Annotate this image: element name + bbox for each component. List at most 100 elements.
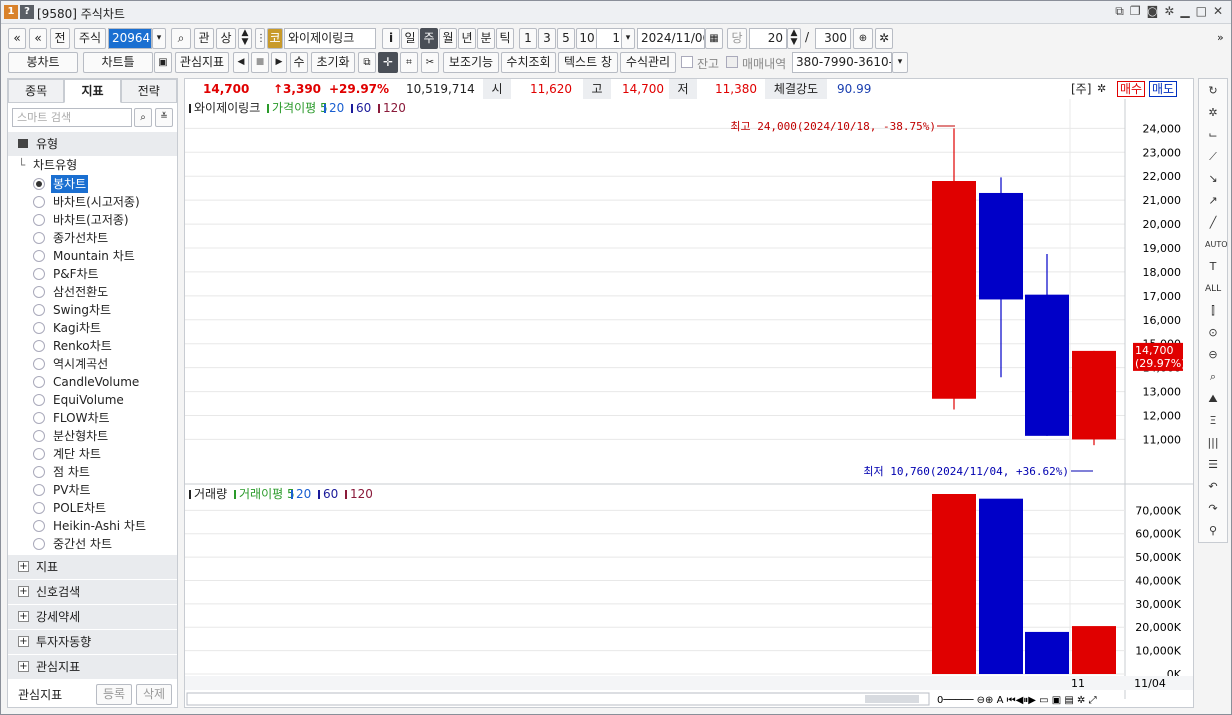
unit-1-button[interactable]: 1	[519, 28, 537, 49]
expand-icon[interactable]: +	[18, 636, 29, 647]
balance-checkbox[interactable]	[681, 56, 693, 68]
market-select[interactable]: 주식	[74, 28, 106, 49]
radio-icon[interactable]	[33, 304, 45, 316]
text-tool-icon[interactable]: T	[1205, 259, 1221, 275]
buy-button[interactable]: 매수	[1117, 81, 1146, 97]
camera-icon[interactable]: ◙	[1147, 4, 1159, 19]
radio-icon[interactable]	[33, 448, 45, 460]
chart-type-item[interactable]: 계단 차트	[8, 445, 177, 463]
stop-icon[interactable]: ■	[251, 52, 269, 73]
chart-icon[interactable]: ⌙	[1205, 127, 1221, 143]
section-item[interactable]: + 지표	[8, 555, 177, 579]
redo-icon[interactable]: ↷	[1205, 501, 1221, 517]
tab-indicator[interactable]: 지표	[64, 79, 121, 103]
chart-template-select[interactable]: 차트틀	[83, 52, 153, 73]
radio-icon[interactable]	[33, 340, 45, 352]
unit-dropdown-icon[interactable]: ▾	[621, 28, 635, 49]
value-query-button[interactable]: 수치조회	[501, 52, 556, 73]
section-item[interactable]: + 신호검색	[8, 580, 177, 604]
chart-type-item[interactable]: 중간선 차트	[8, 535, 177, 553]
expand-icon[interactable]: +	[18, 611, 29, 622]
radio-icon[interactable]	[33, 286, 45, 298]
zoom-out-icon[interactable]: ⊖	[1205, 347, 1221, 363]
watchlist-button[interactable]: 관	[194, 28, 214, 49]
maximize-icon[interactable]: □	[1196, 4, 1207, 19]
total-count-input[interactable]: 300	[815, 28, 851, 49]
chart-type-item[interactable]: PV차트	[8, 481, 177, 499]
indicator-select[interactable]: 관심지표	[175, 52, 229, 73]
arrow-line-icon[interactable]: ↗	[1205, 193, 1221, 209]
trend-line-icon[interactable]: ⟋	[1205, 149, 1221, 165]
save-icon[interactable]: ▣	[154, 52, 172, 73]
period-1-button[interactable]: 주	[420, 28, 438, 49]
vertical-lines-icon[interactable]: |||	[1205, 435, 1221, 451]
scroll-left-icon[interactable]: ◀	[233, 52, 249, 73]
zoom-icon[interactable]: ⊙	[1205, 325, 1221, 341]
radio-icon[interactable]	[33, 376, 45, 388]
register-button[interactable]: 등록	[96, 684, 132, 705]
gear-icon[interactable]: ✲	[1164, 4, 1174, 19]
chart-type-item[interactable]: CandleVolume	[8, 373, 177, 391]
count-input[interactable]: 20	[749, 28, 787, 49]
scissors-icon[interactable]: ✂	[421, 52, 439, 73]
unit-3-button[interactable]: 3	[538, 28, 556, 49]
account-select[interactable]: 380-7990-3610-1	[792, 52, 892, 73]
radio-icon[interactable]	[33, 484, 45, 496]
grid-lines-icon[interactable]: ☰	[1205, 457, 1221, 473]
all-delete-icon[interactable]: ALL	[1205, 281, 1221, 297]
pin-icon[interactable]: ⧉	[1115, 4, 1124, 19]
expand-icon[interactable]: +	[18, 586, 29, 597]
unit-5-button[interactable]: 5	[557, 28, 575, 49]
ray-line-icon[interactable]: ↘	[1205, 171, 1221, 187]
delete-button[interactable]: 삭제	[136, 684, 172, 705]
formula-manage-button[interactable]: 수식관리	[620, 52, 676, 73]
chart-type-item[interactable]: Kagi차트	[8, 319, 177, 337]
chart-type-item[interactable]: Renko차트	[8, 337, 177, 355]
auto-line-icon[interactable]: AUTO	[1205, 237, 1228, 253]
text-window-button[interactable]: 텍스트 창	[558, 52, 618, 73]
zoom-in-icon[interactable]: ⊕	[853, 28, 873, 49]
gear-icon[interactable]: ✲	[1205, 105, 1221, 121]
count-spinner[interactable]: ▲ ▼	[787, 28, 801, 49]
chart-type-item[interactable]: EquiVolume	[8, 391, 177, 409]
expand-toolbar-icon[interactable]: »	[1217, 31, 1224, 44]
radio-icon[interactable]	[33, 196, 45, 208]
stock-code-input[interactable]: 209640	[108, 28, 152, 49]
radio-icon[interactable]	[33, 322, 45, 334]
window-number-badge[interactable]: 1	[4, 5, 18, 19]
radio-icon[interactable]	[33, 394, 45, 406]
period-0-button[interactable]: 일	[401, 28, 419, 49]
radio-icon[interactable]	[33, 250, 45, 262]
stock-name-field[interactable]: 와이제이링크	[284, 28, 376, 49]
minimize-icon[interactable]: ▁	[1180, 4, 1189, 19]
info-button[interactable]: i	[382, 28, 400, 49]
aux-function-button[interactable]: 보조기능	[443, 52, 499, 73]
magnifier-icon[interactable]: ⚲	[1205, 523, 1221, 539]
reset-button[interactable]: 초기화	[311, 52, 355, 73]
help-badge[interactable]: ?	[20, 5, 34, 19]
radio-icon[interactable]	[33, 232, 45, 244]
chart-type-item[interactable]: 바차트(시고저종)	[8, 193, 177, 211]
chart-type-select[interactable]: 봉차트	[8, 52, 78, 73]
radio-icon[interactable]	[33, 466, 45, 478]
search-icon[interactable]: ⌕	[171, 28, 191, 49]
candle-icon[interactable]: ⫿	[1205, 303, 1221, 319]
updown-spinner[interactable]: ▲ ▼	[238, 28, 252, 49]
code-dropdown-icon[interactable]: ▾	[152, 28, 166, 49]
sell-button[interactable]: 매도	[1149, 81, 1178, 97]
radio-icon[interactable]	[33, 538, 45, 550]
chart-type-item[interactable]: 역시계곡선	[8, 355, 177, 373]
radio-icon[interactable]	[33, 178, 45, 190]
unit-custom-input[interactable]: 1	[596, 28, 624, 49]
nav-prev-button[interactable]: «	[8, 28, 26, 49]
period-5-button[interactable]: 틱	[496, 28, 514, 49]
calendar-icon[interactable]: ▦	[705, 28, 723, 49]
diagonal-line-icon[interactable]: ╱	[1205, 215, 1221, 231]
radio-icon[interactable]	[33, 430, 45, 442]
nav-up-button[interactable]: «	[29, 28, 47, 49]
refresh-icon[interactable]: ↻	[1205, 83, 1221, 99]
period-3-button[interactable]: 년	[458, 28, 476, 49]
undo-icon[interactable]: ↶	[1205, 479, 1221, 495]
account-dropdown-icon[interactable]: ▾	[892, 52, 908, 73]
section-item[interactable]: + 강세약세	[8, 605, 177, 629]
